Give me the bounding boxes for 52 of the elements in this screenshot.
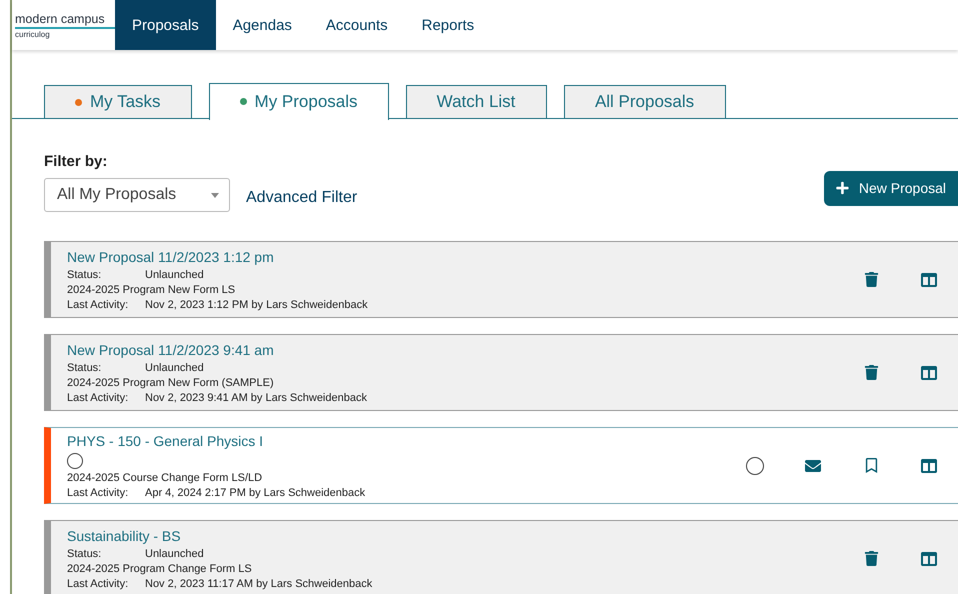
tab[interactable]: My Tasks xyxy=(44,85,192,118)
tab-label: Watch List xyxy=(436,92,516,112)
advanced-filter-link[interactable]: Advanced Filter xyxy=(246,189,358,207)
proposal-title[interactable]: PHYS - 150 - General Physics I xyxy=(67,432,726,448)
status-label: Status: xyxy=(67,548,102,560)
nav-item[interactable]: Reports xyxy=(404,0,492,50)
caret-icon xyxy=(211,192,219,198)
status-label: Status: xyxy=(67,268,102,280)
nav-item[interactable]: Proposals xyxy=(115,0,216,50)
activity-value: Nov 2, 2023 11:17 AM by Lars Schweidenback xyxy=(145,578,372,590)
status-value: Unlaunched xyxy=(145,268,204,280)
proposal-title[interactable]: Sustainability - BS xyxy=(67,528,842,544)
activity-label: Last Activity: xyxy=(67,392,130,404)
form-name: 2024-2025 Program Change Form LS xyxy=(67,562,252,574)
bookmark-icon[interactable] xyxy=(864,458,878,473)
envelope-icon[interactable] xyxy=(805,458,821,474)
form-name: 2024-2025 Program New Form (SAMPLE) xyxy=(67,376,274,388)
activity-label: Last Activity: xyxy=(67,486,130,498)
trash-icon[interactable] xyxy=(864,272,878,287)
activity-label: Last Activity: xyxy=(67,298,130,310)
columns-icon[interactable] xyxy=(921,364,937,380)
status-value: Unlaunched xyxy=(145,548,204,560)
trash-icon[interactable] xyxy=(864,551,878,566)
columns-icon[interactable] xyxy=(921,272,937,288)
tab[interactable]: My Proposals xyxy=(208,82,389,120)
tab-label: My Proposals xyxy=(254,92,358,112)
tab[interactable]: All Proposals xyxy=(564,85,726,118)
circle-icon[interactable] xyxy=(746,456,764,474)
circle-icon xyxy=(67,452,83,468)
new-proposal-button[interactable]: New Proposal xyxy=(824,170,958,206)
tab-label: My Tasks xyxy=(90,92,161,112)
form-name: 2024-2025 Program New Form LS xyxy=(67,284,236,296)
filter-label: Filter by: xyxy=(44,153,108,170)
status-label: Status: xyxy=(67,362,102,374)
tab-label: All Proposals xyxy=(594,92,694,112)
activity-value: Apr 4, 2024 2:17 PM by Lars Schweidenback xyxy=(145,486,366,498)
form-name: 2024-2025 Course Change Form LS/LD xyxy=(67,472,262,484)
status-value: Unlaunched xyxy=(145,362,204,374)
nav-item[interactable]: Accounts xyxy=(308,0,405,50)
columns-icon[interactable] xyxy=(921,550,937,566)
filter-dropdown[interactable]: All My Proposals xyxy=(44,178,230,212)
trash-icon[interactable] xyxy=(864,365,878,380)
columns-icon[interactable] xyxy=(921,458,937,474)
tab[interactable]: Watch List xyxy=(406,85,547,118)
proposal-title[interactable]: New Proposal 11/2/2023 1:12 pm xyxy=(67,248,842,264)
plus-icon xyxy=(836,181,849,195)
activity-value: Nov 2, 2023 9:41 AM by Lars Schweidenback xyxy=(145,392,367,404)
activity-label: Last Activity: xyxy=(67,578,130,590)
nav-item[interactable]: Agendas xyxy=(216,0,309,50)
proposal-title[interactable]: New Proposal 11/2/2023 9:41 am xyxy=(67,342,842,358)
logo-product: curriculog xyxy=(15,28,51,40)
activity-value: Nov 2, 2023 1:12 PM by Lars Schweidenback xyxy=(145,298,368,310)
